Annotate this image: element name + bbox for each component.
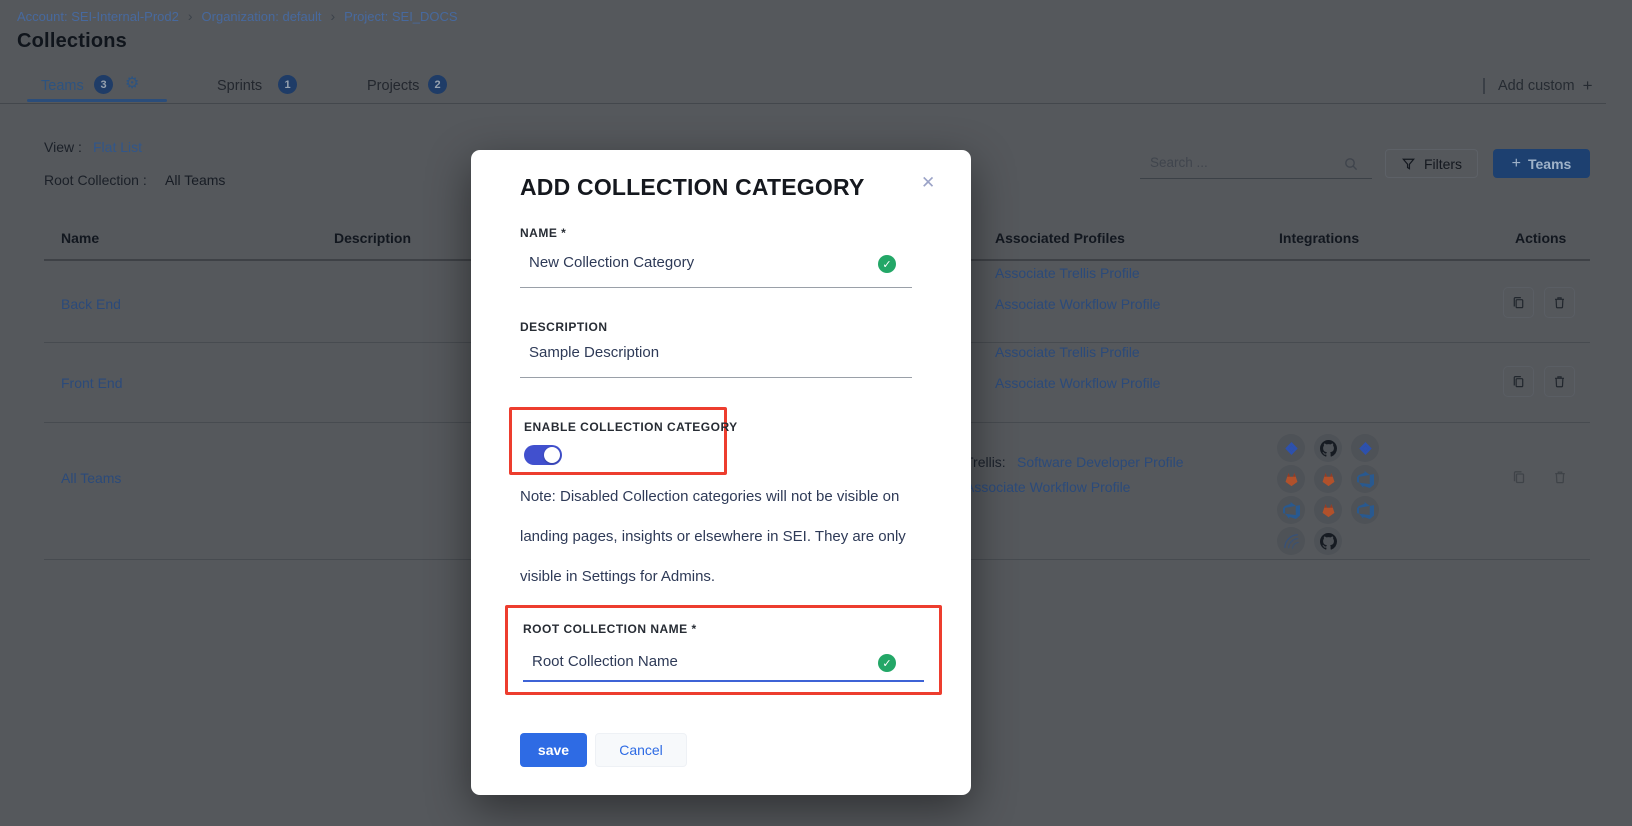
trellis-profile-link[interactable]: Software Developer Profile xyxy=(1017,454,1184,470)
valid-check-icon: ✓ xyxy=(878,255,896,273)
name-field-underline xyxy=(520,287,912,288)
add-custom-label: Add custom xyxy=(1498,78,1575,94)
modal-title: ADD COLLECTION CATEGORY xyxy=(520,174,864,201)
plus-icon: + xyxy=(1512,155,1521,173)
description-field-underline xyxy=(520,377,912,378)
add-teams-button[interactable]: + Teams xyxy=(1493,149,1590,178)
close-icon[interactable]: ✕ xyxy=(921,174,935,191)
associate-workflow-profile-link[interactable]: Associate Workflow Profile xyxy=(995,375,1160,391)
clone-collection-button[interactable] xyxy=(1506,464,1532,490)
copy-icon xyxy=(1511,374,1526,389)
root-collection-field-label: ROOT COLLECTION NAME * xyxy=(523,622,697,636)
enable-category-highlight-box: ENABLE COLLECTION CATEGORY xyxy=(509,407,727,475)
associate-workflow-profile-link[interactable]: Associate Workflow Profile xyxy=(965,479,1130,495)
toggle-knob xyxy=(544,447,560,463)
jira-icon xyxy=(1351,434,1379,462)
enable-category-toggle[interactable] xyxy=(524,445,562,465)
view-label: View : xyxy=(44,139,82,155)
active-tab-indicator xyxy=(27,99,167,102)
description-field[interactable] xyxy=(529,344,859,361)
tab-sprints[interactable]: Sprints xyxy=(217,78,262,94)
root-collection-highlight-box: ROOT COLLECTION NAME * ✓ xyxy=(505,605,942,695)
associate-trellis-profile-link[interactable]: Associate Trellis Profile xyxy=(995,344,1140,360)
trash-icon xyxy=(1552,469,1568,485)
cancel-button[interactable]: Cancel xyxy=(595,733,687,767)
tabbar-separator xyxy=(1483,78,1485,94)
disabled-category-note: Note: Disabled Collection categories wil… xyxy=(520,477,932,597)
azure-devops-icon xyxy=(1351,496,1379,524)
trellis-prefix: Trellis: xyxy=(965,454,1006,470)
gitlab-icon xyxy=(1314,465,1342,493)
column-header-name: Name xyxy=(61,230,99,246)
clone-collection-button[interactable] xyxy=(1503,366,1534,397)
copy-icon xyxy=(1511,469,1527,485)
view-flat-list-link[interactable]: Flat List xyxy=(93,139,142,155)
column-header-description: Description xyxy=(334,230,411,246)
associate-trellis-profile-link[interactable]: Associate Trellis Profile xyxy=(995,265,1140,281)
integration-icons xyxy=(1277,434,1379,555)
trash-icon xyxy=(1552,374,1567,389)
enable-category-label: ENABLE COLLECTION CATEGORY xyxy=(524,420,738,434)
row-name-link[interactable]: Back End xyxy=(61,296,121,312)
root-collection-field[interactable] xyxy=(532,653,832,670)
add-collection-category-modal: ADD COLLECTION CATEGORY ✕ NAME * ✓ DESCR… xyxy=(471,150,971,795)
clone-collection-button[interactable] xyxy=(1503,287,1534,318)
column-header-associated-profiles: Associated Profiles xyxy=(995,230,1125,246)
breadcrumb-account-link[interactable]: Account: SEI-Internal-Prod2 xyxy=(17,9,179,24)
trash-icon xyxy=(1552,295,1567,310)
gitlab-icon xyxy=(1277,465,1305,493)
tab-teams[interactable]: Teams xyxy=(41,78,84,94)
column-header-integrations: Integrations xyxy=(1279,230,1359,246)
row-name-link[interactable]: All Teams xyxy=(61,470,121,486)
delete-collection-button[interactable] xyxy=(1547,464,1573,490)
tabbar-divider xyxy=(0,103,1606,104)
search-input[interactable] xyxy=(1140,153,1372,179)
copy-icon xyxy=(1511,295,1526,310)
azure-devops-icon xyxy=(1351,465,1379,493)
root-collection-underline xyxy=(523,680,924,682)
search-icon[interactable] xyxy=(1343,156,1359,177)
chevron-right-icon: › xyxy=(188,10,193,23)
delete-collection-button[interactable] xyxy=(1544,366,1575,397)
root-collection-label: Root Collection : xyxy=(44,172,147,188)
save-button[interactable]: save xyxy=(520,733,587,767)
tab-teams-count-badge: 3 xyxy=(94,75,113,94)
row-name-link[interactable]: Front End xyxy=(61,375,122,391)
breadcrumb-project-link[interactable]: Project: SEI_DOCS xyxy=(344,9,457,24)
tab-sprints-count-badge: 1 xyxy=(278,75,297,94)
plus-icon: + xyxy=(1583,76,1593,96)
collections-screen: Account: SEI-Internal-Prod2 › Organizati… xyxy=(0,0,1632,826)
github-icon xyxy=(1314,527,1342,555)
filters-button[interactable]: Filters xyxy=(1385,149,1478,178)
filters-label: Filters xyxy=(1424,156,1462,172)
breadcrumb: Account: SEI-Internal-Prod2 › Organizati… xyxy=(17,9,458,24)
delete-collection-button[interactable] xyxy=(1544,287,1575,318)
description-field-label: DESCRIPTION xyxy=(520,320,608,334)
azure-devops-icon xyxy=(1277,496,1305,524)
github-icon xyxy=(1314,434,1342,462)
jira-icon xyxy=(1277,434,1305,462)
root-collection-value: All Teams xyxy=(165,172,225,188)
name-field-label: NAME * xyxy=(520,226,566,240)
column-header-actions: Actions xyxy=(1515,230,1566,246)
breadcrumb-org-link[interactable]: Organization: default xyxy=(202,9,322,24)
valid-check-icon: ✓ xyxy=(878,654,896,672)
tab-projects[interactable]: Projects xyxy=(367,78,419,94)
add-custom-button[interactable]: Add custom + xyxy=(1498,76,1593,96)
chevron-right-icon: › xyxy=(331,10,336,23)
associate-workflow-profile-link[interactable]: Associate Workflow Profile xyxy=(995,296,1160,312)
teams-button-label: Teams xyxy=(1528,156,1571,172)
gear-icon[interactable]: ⚙ xyxy=(125,76,139,92)
gitlab-icon xyxy=(1314,496,1342,524)
name-field[interactable] xyxy=(529,254,859,271)
tab-projects-count-badge: 2 xyxy=(428,75,447,94)
page-title: Collections xyxy=(17,30,127,53)
sonarqube-icon xyxy=(1277,527,1305,555)
funnel-icon xyxy=(1401,156,1416,171)
